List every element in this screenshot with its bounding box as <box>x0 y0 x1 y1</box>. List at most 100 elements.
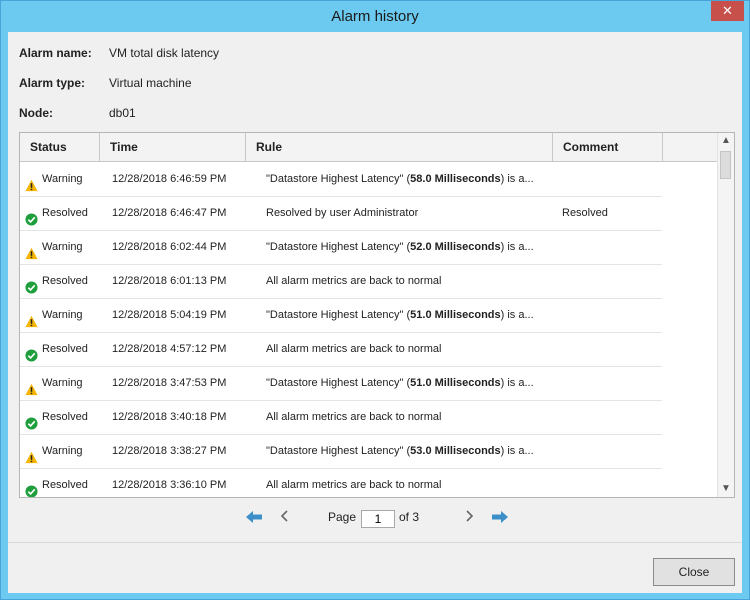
table-row[interactable]: Resolved 12/28/2018 6:46:47 PM Resolved by… <box>20 196 662 231</box>
table-row[interactable]: Warning 12/28/2018 3:47:53 PM "Datastore H… <box>20 366 662 401</box>
alarm-type-label: Alarm type: <box>19 76 86 90</box>
time-cell: 12/28/2018 3:47:53 PM <box>112 377 227 389</box>
dialog-footer: Close <box>8 542 742 593</box>
alarm-name-value: VM total disk latency <box>109 46 220 60</box>
status-text: Warning <box>42 241 83 253</box>
rule-cell: All alarm metrics are back to normal <box>266 275 442 287</box>
resolved-icon <box>25 342 38 362</box>
time-cell: 12/28/2018 4:57:12 PM <box>112 343 227 355</box>
warning-icon <box>25 444 38 463</box>
status-text: Resolved <box>42 343 88 355</box>
first-page-icon[interactable] <box>245 510 263 526</box>
comment-cell <box>562 230 662 264</box>
node-label: Node: <box>19 106 53 120</box>
resolved-icon <box>25 206 38 226</box>
close-button[interactable]: Close <box>653 558 735 586</box>
rule-cell: "Datastore Highest Latency" (52.0 Millis… <box>266 241 534 253</box>
time-cell: 12/28/2018 6:01:13 PM <box>112 275 227 287</box>
title-bar: Alarm history ✕ <box>1 1 749 32</box>
time-cell: 12/28/2018 3:38:27 PM <box>112 445 227 457</box>
warning-icon <box>25 240 38 259</box>
latency-value: 51.0 Milliseconds <box>410 377 501 389</box>
next-page-icon[interactable] <box>460 510 478 526</box>
time-cell: 12/28/2018 6:02:44 PM <box>112 241 227 253</box>
vertical-scrollbar[interactable]: ▲ ▼ <box>717 133 734 497</box>
comment-cell <box>562 434 662 468</box>
scrollbar-thumb[interactable] <box>720 151 731 179</box>
dialog-body: Alarm name: VM total disk latency Alarm … <box>8 32 742 542</box>
latency-value: 58.0 Milliseconds <box>410 173 501 185</box>
status-text: Warning <box>42 445 83 457</box>
status-cell: Warning <box>25 434 100 468</box>
table-row[interactable]: Warning 12/28/2018 5:04:19 PM "Datastore H… <box>20 298 662 333</box>
status-cell: Warning <box>25 230 100 264</box>
resolved-icon <box>25 478 38 497</box>
status-text: Resolved <box>42 275 88 287</box>
previous-page-icon[interactable] <box>276 510 294 526</box>
table-row[interactable]: Resolved 12/28/2018 6:01:13 PM All alarm m… <box>20 264 662 299</box>
warning-icon <box>25 308 38 327</box>
status-cell: Resolved <box>25 400 100 434</box>
table-row[interactable]: Warning 12/28/2018 3:38:27 PM "Datastore H… <box>20 434 662 469</box>
rule-cell: All alarm metrics are back to normal <box>266 343 442 355</box>
alarm-name-label: Alarm name: <box>19 46 92 60</box>
last-page-icon[interactable] <box>491 510 509 526</box>
warning-icon <box>25 172 38 191</box>
table-row[interactable]: Warning 12/28/2018 6:46:59 PM "Datastore H… <box>20 162 662 197</box>
time-cell: 12/28/2018 3:40:18 PM <box>112 411 227 423</box>
status-text: Warning <box>42 377 83 389</box>
rule-cell: Resolved by user Administrator <box>266 207 419 219</box>
status-cell: Resolved <box>25 468 100 497</box>
rule-cell: All alarm metrics are back to normal <box>266 479 442 491</box>
table-row[interactable]: Warning 12/28/2018 6:02:44 PM "Datastore H… <box>20 230 662 265</box>
comment-cell <box>562 366 662 400</box>
latency-value: 52.0 Milliseconds <box>410 241 501 253</box>
comment-cell <box>562 264 662 298</box>
latency-value: 53.0 Milliseconds <box>410 445 501 457</box>
comment-cell <box>562 162 662 196</box>
resolved-icon <box>25 410 38 430</box>
column-header-time[interactable]: Time <box>100 133 246 161</box>
table-row[interactable]: Resolved 12/28/2018 3:36:10 PM All alarm m… <box>20 468 662 497</box>
status-cell: Resolved <box>25 264 100 298</box>
node-value: db01 <box>109 106 136 120</box>
page-number-input[interactable] <box>361 510 395 528</box>
comment-cell <box>562 468 662 497</box>
scroll-down-icon[interactable]: ▼ <box>718 482 734 496</box>
comment-cell <box>562 400 662 434</box>
rule-cell: "Datastore Highest Latency" (53.0 Millis… <box>266 445 534 457</box>
status-text: Resolved <box>42 479 88 491</box>
table-row[interactable]: Resolved 12/28/2018 3:40:18 PM All alarm m… <box>20 400 662 435</box>
page-count-label: of 3 <box>399 510 420 524</box>
time-cell: 12/28/2018 5:04:19 PM <box>112 309 227 321</box>
page-label: Page <box>328 510 357 524</box>
scroll-up-icon[interactable]: ▲ <box>718 134 734 148</box>
grid-header: Status Time Rule Comment <box>20 133 717 162</box>
status-cell: Warning <box>25 298 100 332</box>
alarm-type-value: Virtual machine <box>109 76 192 90</box>
status-cell: Resolved <box>25 196 100 230</box>
alarm-history-grid[interactable]: Status Time Rule Comment Warning 12/28/20… <box>19 132 735 498</box>
time-cell: 12/28/2018 6:46:47 PM <box>112 207 227 219</box>
table-row[interactable]: Resolved 12/28/2018 4:57:12 PM All alarm m… <box>20 332 662 367</box>
time-cell: 12/28/2018 3:36:10 PM <box>112 479 227 491</box>
status-cell: Warning <box>25 366 100 400</box>
window-title: Alarm history <box>331 8 419 25</box>
status-text: Warning <box>42 309 83 321</box>
column-header-rule[interactable]: Rule <box>246 133 553 161</box>
status-cell: Resolved <box>25 332 100 366</box>
rule-cell: "Datastore Highest Latency" (58.0 Millis… <box>266 173 534 185</box>
comment-cell <box>562 332 662 366</box>
rule-cell: All alarm metrics are back to normal <box>266 411 442 423</box>
warning-icon <box>25 376 38 395</box>
window-close-icon[interactable]: ✕ <box>711 1 744 21</box>
latency-value: 51.0 Milliseconds <box>410 309 501 321</box>
comment-cell <box>562 298 662 332</box>
column-header-status[interactable]: Status <box>20 133 100 161</box>
column-header-comment[interactable]: Comment <box>553 133 663 161</box>
rule-cell: "Datastore Highest Latency" (51.0 Millis… <box>266 377 534 389</box>
comment-cell: Resolved <box>562 207 608 219</box>
rule-cell: "Datastore Highest Latency" (51.0 Millis… <box>266 309 534 321</box>
resolved-icon <box>25 274 38 294</box>
status-text: Resolved <box>42 411 88 423</box>
